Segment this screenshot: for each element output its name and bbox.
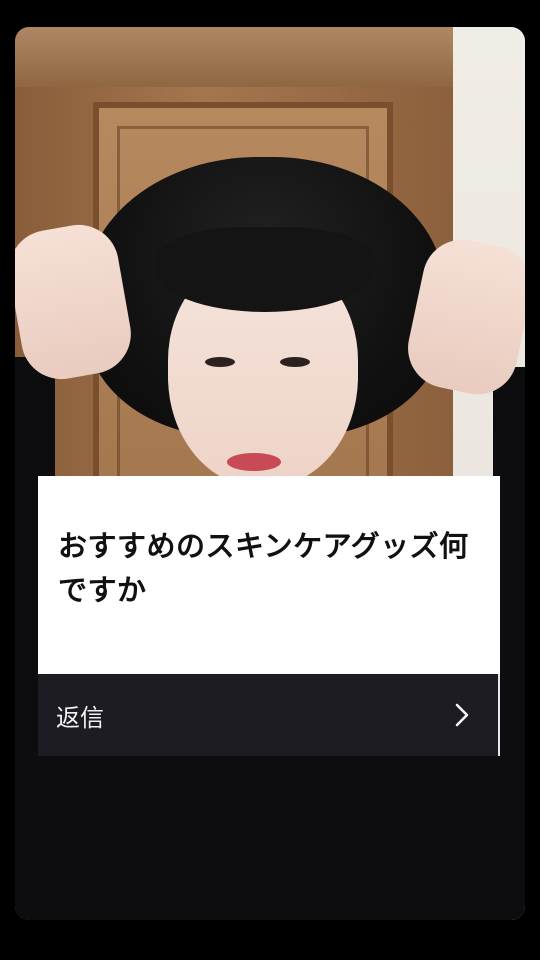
chevron-right-icon <box>452 703 472 727</box>
reply-label: 返信 <box>56 703 104 732</box>
question-text: おすすめのスキンケアグッズ何ですか <box>58 529 469 607</box>
question-box: おすすめのスキンケアグッズ何ですか <box>38 476 500 674</box>
question-reply-sticker[interactable]: おすすめのスキンケアグッズ何ですか 返信 <box>38 476 500 756</box>
left-eye <box>205 357 235 367</box>
right-eye <box>280 357 310 367</box>
fringe <box>155 227 375 312</box>
reply-button[interactable]: 返信 <box>38 674 500 756</box>
lips <box>227 453 281 471</box>
video-frame <box>15 27 525 920</box>
